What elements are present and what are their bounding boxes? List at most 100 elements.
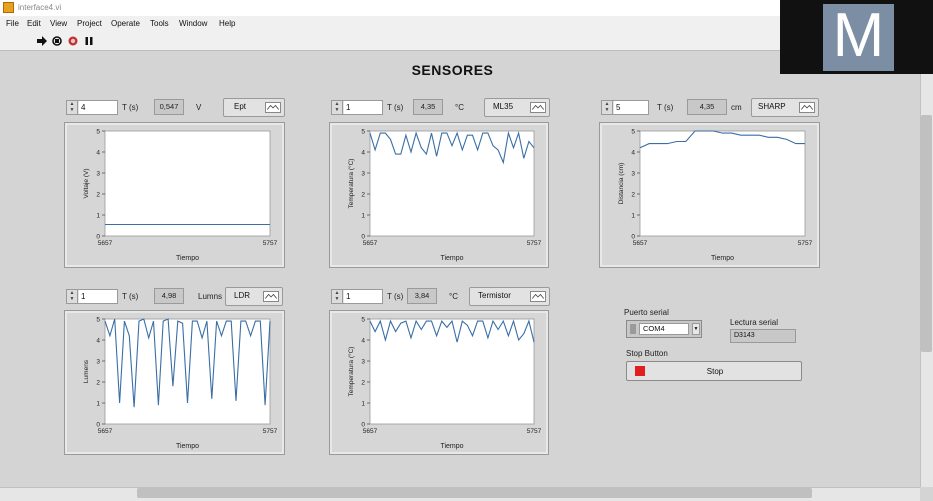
sensor-select-button[interactable]: ML35 xyxy=(484,98,550,117)
x-tick-label: 5657 xyxy=(363,240,378,247)
port-icon xyxy=(630,324,636,334)
period-label: T (s) xyxy=(122,292,139,301)
unit-label: °C xyxy=(455,103,464,112)
run-continuous-icon[interactable] xyxy=(52,36,62,46)
y-tick-label: 4 xyxy=(631,150,635,157)
port-value[interactable]: COM4 xyxy=(639,323,689,335)
pause-icon[interactable] xyxy=(84,36,94,46)
period-control[interactable]: ▲ ▼ 1 xyxy=(66,289,118,304)
chart-ldr: 5 4 3 2 1 0 5657 5757 Tiempo Lumens xyxy=(64,310,285,455)
y-tick-label: 5 xyxy=(96,317,100,324)
sensor-controls-volt: ▲ ▼ 4 T (s) 0,547 V Ept xyxy=(66,98,288,118)
x-tick-label: 5657 xyxy=(363,428,378,435)
menu-help[interactable]: Help xyxy=(219,19,235,28)
spin-arrows-icon[interactable]: ▲ ▼ xyxy=(602,101,613,114)
app-icon xyxy=(3,2,14,13)
unit-label: °C xyxy=(449,292,458,301)
reading-indicator: 4,98 xyxy=(154,288,184,304)
read-label: Lectura serial xyxy=(730,318,779,327)
y-tick-label: 4 xyxy=(96,338,100,345)
menu-file[interactable]: File xyxy=(6,19,19,28)
menu-tools[interactable]: Tools xyxy=(150,19,169,28)
run-arrow-icon[interactable] xyxy=(37,36,47,46)
period-value[interactable]: 1 xyxy=(344,101,382,114)
waveform-icon xyxy=(265,102,281,113)
x-tick-label: 5657 xyxy=(98,240,113,247)
y-tick-label: 5 xyxy=(361,129,365,136)
y-axis-label: Distancia (cm) xyxy=(618,163,625,205)
period-label: T (s) xyxy=(387,292,404,301)
waveform-icon xyxy=(799,102,815,113)
period-control[interactable]: ▲ ▼ 1 xyxy=(331,100,383,115)
x-tick-label: 5757 xyxy=(798,240,813,247)
chart-volt: 5 4 3 2 1 0 5657 5757 Tiempo Voltaje (V) xyxy=(64,122,285,268)
abort-icon[interactable] xyxy=(68,36,78,46)
plot-area xyxy=(104,130,271,237)
reading-indicator: 0,547 xyxy=(154,99,184,115)
sensor-button-label: Termistor xyxy=(478,291,511,300)
period-value[interactable]: 4 xyxy=(79,101,117,114)
reading-indicator: 3,84 xyxy=(407,288,437,304)
sensor-select-button[interactable]: LDR xyxy=(225,287,283,306)
spin-arrows-icon[interactable]: ▲ ▼ xyxy=(332,101,343,114)
unit-label: cm xyxy=(731,103,742,112)
spin-arrows-icon[interactable]: ▲ ▼ xyxy=(67,101,78,114)
sensor-controls-lm35: ▲ ▼ 1 T (s) 4,35 °C ML35 xyxy=(331,98,553,118)
y-axis-label: Temperatura (°C) xyxy=(347,347,355,397)
y-tick-label: 3 xyxy=(96,359,100,366)
period-label: T (s) xyxy=(657,103,674,112)
waveform-icon xyxy=(263,291,279,302)
window-title: interface4.vi xyxy=(18,3,62,12)
y-tick-label: 3 xyxy=(361,171,365,178)
menu-operate[interactable]: Operate xyxy=(111,19,140,28)
sensor-controls-term: ▲ ▼ 1 T (s) 3,84 °C Termistor xyxy=(331,287,553,307)
menu-project[interactable]: Project xyxy=(77,19,102,28)
y-tick-label: 4 xyxy=(361,338,365,345)
sensor-controls-ldr: ▲ ▼ 1 T (s) 4,98 Lumns LDR xyxy=(66,287,288,307)
x-tick-label: 5757 xyxy=(263,240,278,247)
stop-button[interactable]: Stop xyxy=(626,361,802,381)
reading-indicator: 4,35 xyxy=(413,99,443,115)
period-control[interactable]: ▲ ▼ 1 xyxy=(331,289,383,304)
read-value: D3143 xyxy=(730,329,796,343)
y-axis-label: Lumens xyxy=(83,359,90,383)
menu-view[interactable]: View xyxy=(50,19,67,28)
x-axis-label: Tiempo xyxy=(711,255,734,262)
port-select[interactable]: COM4 ▼ xyxy=(626,320,702,338)
vertical-scroll-thumb[interactable] xyxy=(921,115,932,352)
dropdown-arrow-icon[interactable]: ▼ xyxy=(692,323,700,335)
sensor-select-button[interactable]: Ept xyxy=(223,98,285,117)
period-label: T (s) xyxy=(387,103,404,112)
y-tick-label: 2 xyxy=(361,192,365,199)
period-control[interactable]: ▲ ▼ 4 xyxy=(66,100,118,115)
horizontal-scroll-thumb[interactable] xyxy=(137,488,812,498)
spin-arrows-icon[interactable]: ▲ ▼ xyxy=(332,290,343,303)
y-tick-label: 1 xyxy=(361,213,365,220)
x-axis-label: Tiempo xyxy=(176,255,199,262)
menu-edit[interactable]: Edit xyxy=(27,19,41,28)
stop-label: Stop xyxy=(706,367,724,376)
y-tick-label: 4 xyxy=(361,150,365,157)
x-axis-label: Tiempo xyxy=(176,443,199,450)
sensor-controls-sharp: ▲ ▼ 5 T (s) 4,35 cm SHARP xyxy=(601,98,823,118)
period-value[interactable]: 1 xyxy=(344,290,382,303)
y-axis-label: Temperatura (°C) xyxy=(347,159,355,209)
unit-label: Lumns xyxy=(198,292,223,301)
period-value[interactable]: 1 xyxy=(79,290,117,303)
x-axis-label: Tiempo xyxy=(440,443,463,450)
y-tick-label: 5 xyxy=(631,129,635,136)
x-tick-label: 5757 xyxy=(263,428,278,435)
spin-arrows-icon[interactable]: ▲ ▼ xyxy=(67,290,78,303)
menu-window[interactable]: Window xyxy=(179,19,207,28)
sensor-button-label: LDR xyxy=(234,291,251,300)
x-tick-label: 5757 xyxy=(527,428,542,435)
sensor-button-label: SHARP xyxy=(758,102,786,111)
watermark-logo: M xyxy=(823,4,894,71)
period-control[interactable]: ▲ ▼ 5 xyxy=(601,100,649,115)
sensor-select-button[interactable]: SHARP xyxy=(751,98,819,117)
y-tick-label: 2 xyxy=(631,192,635,199)
period-value[interactable]: 5 xyxy=(614,101,648,114)
y-tick-label: 1 xyxy=(361,401,365,408)
sensor-select-button[interactable]: Termistor xyxy=(469,287,550,306)
y-tick-label: 2 xyxy=(361,380,365,387)
